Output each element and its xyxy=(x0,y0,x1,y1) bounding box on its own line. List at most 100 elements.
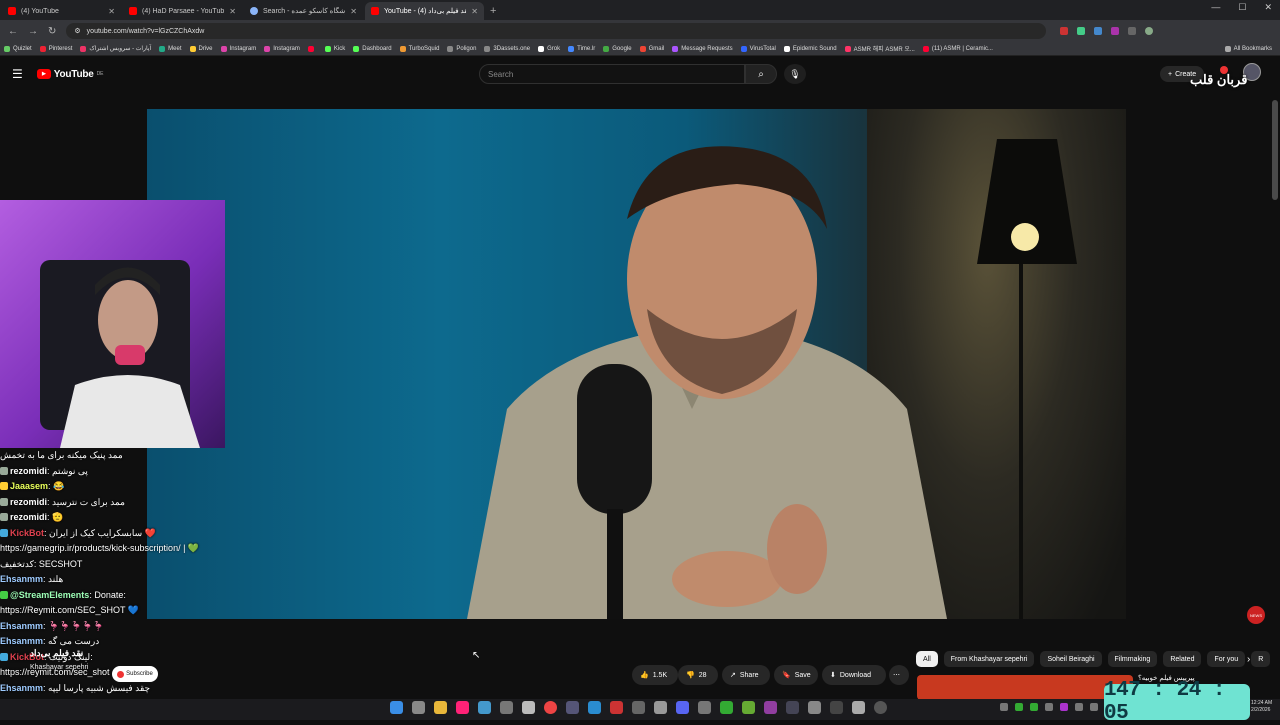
chip-more[interactable]: R xyxy=(1251,651,1271,667)
bookmark-item[interactable]: آپارات - سرویس اشتراک xyxy=(80,45,151,52)
browser-tab-active[interactable]: YouTube - نقد فیلم بی‌داد (4) ✕ xyxy=(365,2,484,20)
chip-all[interactable]: All xyxy=(916,651,938,667)
suggested-video-thumbnail[interactable] xyxy=(917,675,1133,700)
url-field[interactable]: ⚙ youtube.com/watch?v=lGzCZChAxdw xyxy=(66,23,1047,39)
bookmark-item[interactable]: Time.lr xyxy=(568,45,595,52)
tray-icon[interactable] xyxy=(1000,703,1008,711)
close-tab-icon[interactable]: ✕ xyxy=(108,7,115,16)
page-scrollbar[interactable] xyxy=(1272,100,1278,200)
extension-icon[interactable] xyxy=(1111,27,1120,35)
all-bookmarks-button[interactable]: All Bookmarks xyxy=(1224,45,1280,52)
app-icon[interactable] xyxy=(764,701,777,714)
system-clock[interactable]: 12:24 AM 2/2/2026 xyxy=(1251,700,1272,714)
profile-icon[interactable] xyxy=(1145,27,1154,35)
maximize-icon[interactable]: ☐ xyxy=(1238,2,1246,13)
site-info-icon[interactable]: ⚙ xyxy=(74,27,80,35)
discord-icon[interactable] xyxy=(676,701,689,714)
app-icon[interactable] xyxy=(874,701,887,714)
chip-related[interactable]: Related xyxy=(1163,651,1202,667)
tray-icon[interactable] xyxy=(1015,703,1023,711)
video-player[interactable] xyxy=(147,109,1126,619)
chrome-icon[interactable] xyxy=(544,701,557,714)
extension-icon[interactable] xyxy=(1060,27,1069,35)
more-actions-button[interactable]: ⋯ xyxy=(889,665,909,685)
bookmark-item[interactable]: Message Requests xyxy=(672,45,733,52)
bookmark-item[interactable]: Instagram xyxy=(220,45,256,52)
app-icon[interactable] xyxy=(632,701,645,714)
app-icon[interactable] xyxy=(478,701,491,714)
bookmark-item[interactable]: Quizlet xyxy=(4,45,32,52)
chip-person[interactable]: Soheil Beiraghi xyxy=(1040,651,1102,667)
settings-icon[interactable] xyxy=(500,701,513,714)
extensions-puzzle-icon[interactable] xyxy=(1128,27,1137,35)
browser-tab[interactable]: (4) HaD Parsaee - YouTube ✕ xyxy=(123,2,242,20)
app-icon[interactable] xyxy=(720,701,733,714)
chip-for-you[interactable]: For you xyxy=(1207,651,1246,667)
tray-icon[interactable] xyxy=(1030,703,1038,711)
app-icon[interactable] xyxy=(588,701,601,714)
bookmark-item[interactable]: Gmail xyxy=(639,45,664,52)
extension-icon[interactable] xyxy=(1094,27,1103,35)
app-icon[interactable] xyxy=(654,701,667,714)
close-window-icon[interactable]: ✕ xyxy=(1264,2,1272,13)
like-button[interactable]: 👍 1.5K xyxy=(632,665,678,685)
tray-icon[interactable] xyxy=(1075,703,1083,711)
search-input[interactable]: Search xyxy=(479,64,745,84)
youtube-logo[interactable]: ▶ YouTube DE xyxy=(36,69,103,80)
app-icon[interactable] xyxy=(786,701,799,714)
close-tab-icon[interactable]: ✕ xyxy=(350,7,357,16)
minimize-icon[interactable]: — xyxy=(1211,2,1220,13)
bookmark-item[interactable] xyxy=(307,45,317,52)
bookmark-item[interactable]: Pinterest xyxy=(39,45,72,52)
extension-icon[interactable] xyxy=(1077,27,1086,35)
share-button[interactable]: ↗ Share xyxy=(722,665,770,685)
save-button[interactable]: 🔖 Save xyxy=(774,665,818,685)
app-icon[interactable] xyxy=(830,701,843,714)
bookmark-item[interactable]: Drive xyxy=(189,45,213,52)
bookmark-item[interactable]: Grok xyxy=(538,45,560,52)
close-tab-icon[interactable]: ✕ xyxy=(471,7,478,16)
app-icon[interactable] xyxy=(566,701,579,714)
forward-icon[interactable]: → xyxy=(28,26,38,37)
bookmark-item[interactable]: Poligon xyxy=(447,45,476,52)
back-icon[interactable]: ← xyxy=(8,26,18,37)
start-icon[interactable] xyxy=(390,701,403,714)
bookmark-item[interactable]: Google xyxy=(603,45,632,52)
download-button[interactable]: ⬇ Download xyxy=(822,665,886,685)
app-icon[interactable] xyxy=(852,701,865,714)
app-icon[interactable] xyxy=(742,701,755,714)
bookmark-item[interactable]: ASMR 해피 ASMR 오... xyxy=(844,44,915,53)
chip-filmmaking[interactable]: Filmmaking xyxy=(1107,651,1158,667)
bookmark-item[interactable]: Instagram xyxy=(264,45,300,52)
search-app-icon[interactable] xyxy=(456,701,469,714)
channel-name[interactable]: Khashayar sepehri xyxy=(30,664,88,671)
app-icon[interactable] xyxy=(808,701,821,714)
task-view-icon[interactable] xyxy=(412,701,425,714)
subscribe-button[interactable]: Subscribe xyxy=(112,666,158,682)
browser-tab[interactable]: Search - فروشگاه کاسکو عمده ✕ xyxy=(244,2,363,20)
browser-tab[interactable]: (4) YouTube ✕ xyxy=(2,2,121,20)
reload-icon[interactable]: ↻ xyxy=(48,26,56,37)
menu-icon[interactable]: ☰ xyxy=(12,67,23,81)
bookmark-item[interactable]: 3Dassets.one xyxy=(484,45,530,52)
app-icon[interactable] xyxy=(522,701,535,714)
bookmark-item[interactable]: VirusTotal xyxy=(740,45,776,52)
bookmark-item[interactable]: Kick xyxy=(324,45,345,52)
file-explorer-icon[interactable] xyxy=(434,701,447,714)
chevron-right-icon[interactable]: › xyxy=(1247,654,1250,665)
bookmark-item[interactable]: (11) ASMR | Ceramic... xyxy=(922,45,993,52)
search-button[interactable]: ⌕ xyxy=(745,64,777,84)
tray-icon[interactable] xyxy=(1045,703,1053,711)
chip-channel[interactable]: From Khashayar sepehri xyxy=(943,651,1035,667)
bookmark-item[interactable]: Meet xyxy=(159,45,182,52)
bookmark-item[interactable]: Epidemic Sound xyxy=(783,45,837,52)
app-icon[interactable] xyxy=(610,701,623,714)
voice-search-button[interactable]: 🎙 xyxy=(784,64,806,84)
bookmark-item[interactable]: Dashboard xyxy=(353,45,392,52)
new-tab-icon[interactable]: + xyxy=(490,2,496,20)
close-tab-icon[interactable]: ✕ xyxy=(229,7,236,16)
bookmark-item[interactable]: TurboSquid xyxy=(399,45,439,52)
tray-icon[interactable] xyxy=(1090,703,1098,711)
dislike-button[interactable]: 👎 28 xyxy=(678,665,718,685)
tray-icon[interactable] xyxy=(1060,703,1068,711)
